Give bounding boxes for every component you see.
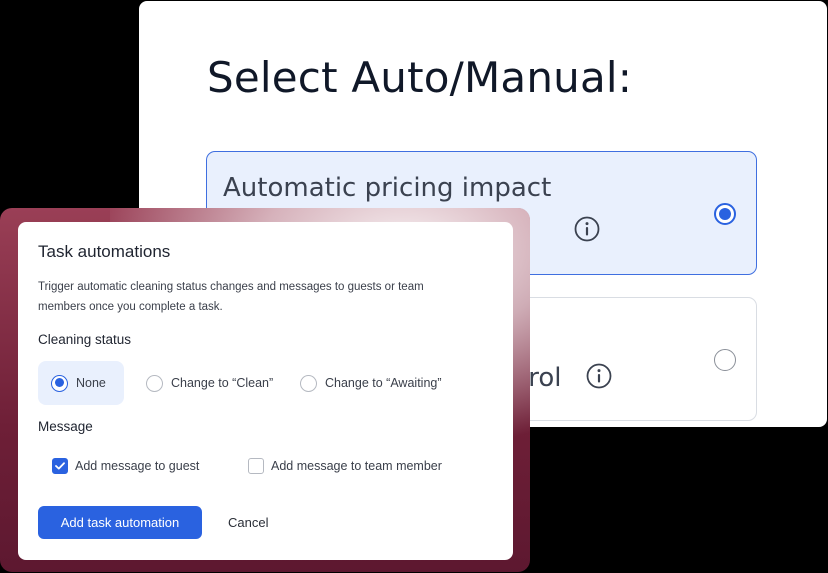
message-label: Message xyxy=(38,419,93,434)
checkbox-unchecked[interactable] xyxy=(248,458,264,474)
checkbox-option-guest[interactable]: Add message to guest xyxy=(52,458,199,474)
task-automations-panel: Task automations Trigger automatic clean… xyxy=(18,222,513,560)
cleaning-status-radio-group: None Change to “Clean” Change to “Awaiti… xyxy=(38,361,508,405)
radio-button-selected[interactable] xyxy=(51,374,68,392)
cancel-button[interactable]: Cancel xyxy=(218,506,278,539)
checkbox-label: Add message to guest xyxy=(75,459,200,473)
radio-button[interactable] xyxy=(146,374,163,392)
radio-option-awaiting[interactable]: Change to “Awaiting” xyxy=(300,361,442,405)
checkmark-icon xyxy=(55,462,65,470)
auto-manual-title: Select Auto/Manual: xyxy=(207,53,633,102)
radio-label: Change to “Awaiting” xyxy=(325,376,442,390)
stage: Select Auto/Manual: Automatic pricing im… xyxy=(0,0,828,573)
radio-option-clean[interactable]: Change to “Clean” xyxy=(146,361,273,405)
cleaning-status-label: Cleaning status xyxy=(38,332,132,347)
panel-title: Task automations xyxy=(38,242,171,261)
info-circle-icon[interactable] xyxy=(574,216,600,242)
option-radio-unselected[interactable] xyxy=(714,349,736,371)
radio-button[interactable] xyxy=(300,374,317,392)
radio-label: None xyxy=(76,376,106,390)
checkbox-option-team-member[interactable]: Add message to team member xyxy=(248,458,442,474)
checkbox-label: Add message to team member xyxy=(271,459,442,473)
panel-description: Trigger automatic cleaning status change… xyxy=(38,281,424,313)
option-label-line1: Automatic pricing impact xyxy=(223,173,552,203)
checkbox-checked[interactable] xyxy=(52,458,68,474)
add-task-automation-button[interactable]: Add task automation xyxy=(38,506,202,539)
option-radio-selected[interactable] xyxy=(714,203,736,225)
info-circle-icon[interactable] xyxy=(586,363,612,389)
radio-option-none[interactable]: None xyxy=(38,361,124,405)
radio-label: Change to “Clean” xyxy=(171,376,274,390)
